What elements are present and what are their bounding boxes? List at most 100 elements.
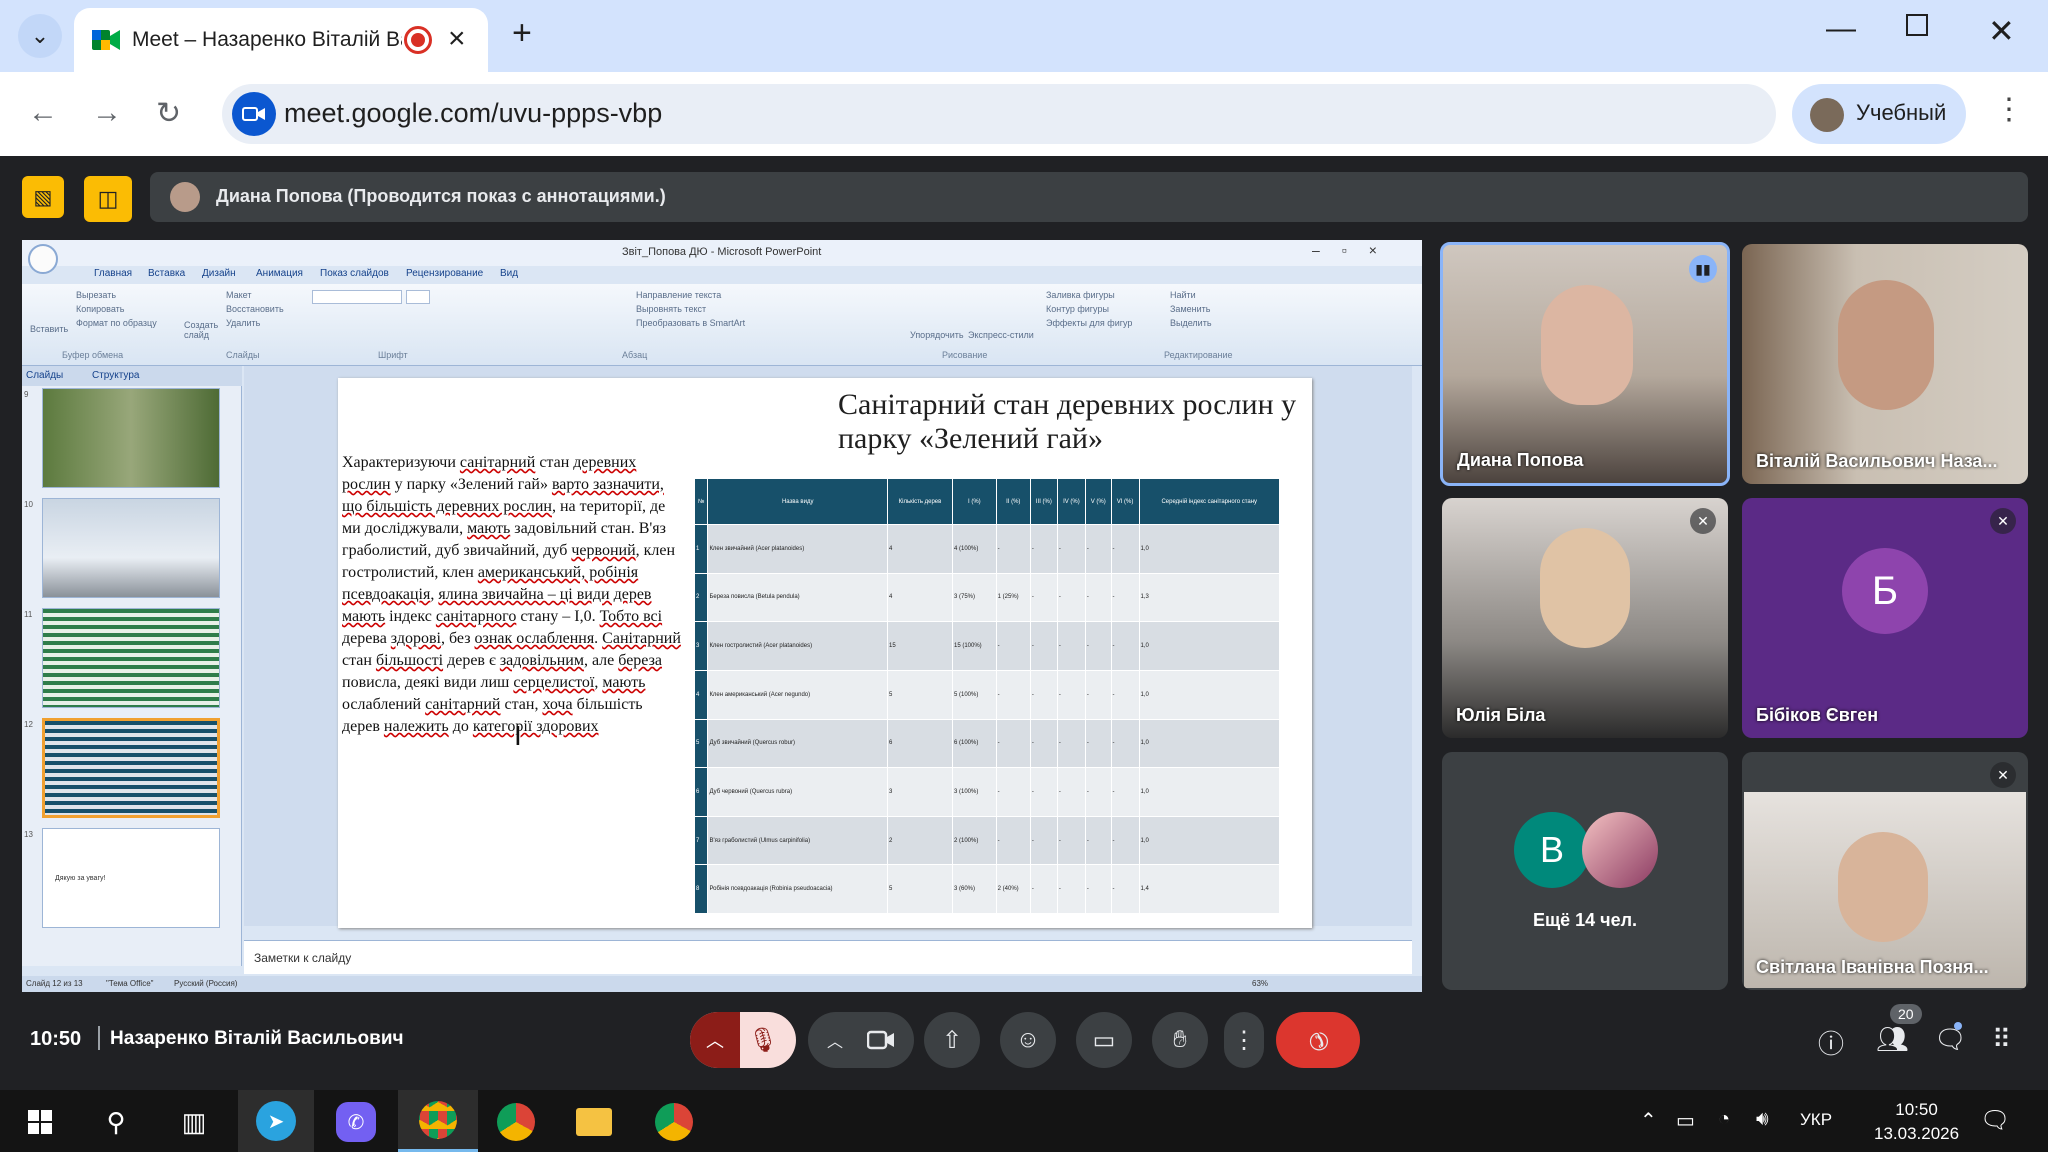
table-cell: - bbox=[1084, 815, 1112, 866]
annotation-toolbar-icon[interactable]: ◫ bbox=[84, 176, 132, 222]
ribbon-tab: Показ слайдов bbox=[320, 268, 389, 279]
tray-date: 13.03.2026 bbox=[1874, 1124, 1960, 1143]
address-bar[interactable]: meet.google.com/uvu-ppps-vbp 🔍︎ ☆ bbox=[222, 84, 1967, 144]
reload-icon[interactable]: ↻ bbox=[156, 96, 181, 131]
volume-icon[interactable]: 🔊︎ bbox=[1756, 1108, 1769, 1131]
camera-button[interactable]: ︿ bbox=[808, 1012, 914, 1068]
table-row: 4 Клен американський (Acer negundo) 5 5 (10… bbox=[693, 669, 1281, 720]
window-close-icon[interactable]: ✕ bbox=[1988, 12, 2015, 50]
profile-name: Учебный bbox=[1856, 100, 1947, 125]
table-row: 3 Клен гостролистий (Acer platanoides) 15 1… bbox=[693, 621, 1281, 671]
table-cell: 7 bbox=[693, 815, 709, 866]
participant-tile[interactable]: Віталій Васильович Наза... bbox=[1742, 244, 2028, 484]
more-participants-tile[interactable]: В Ещё 14 чел. bbox=[1442, 752, 1728, 990]
active-tab[interactable]: Meet – Назаренко Віталій Вас × bbox=[74, 8, 488, 72]
table-cell: - bbox=[1110, 572, 1140, 623]
participant-tile[interactable]: ✕ Юлія Біла bbox=[1442, 498, 1728, 738]
people-icon[interactable]: 👥︎ bbox=[1876, 1024, 1909, 1055]
participant-tile-speaking[interactable]: ▮▮ Диана Попова bbox=[1440, 242, 1730, 486]
file-explorer-icon[interactable] bbox=[572, 1100, 616, 1144]
table-cell: 5 (100%) bbox=[951, 669, 997, 720]
ribbon-item: Формат по образцу bbox=[76, 318, 157, 328]
mic-off-icon: 🎙︎ bbox=[748, 1027, 779, 1054]
chrome-icon[interactable] bbox=[398, 1090, 478, 1152]
table-cell: - bbox=[1110, 815, 1140, 866]
ribbon-group-label: Шрифт bbox=[378, 350, 408, 360]
leave-call-button[interactable]: ✆ bbox=[1276, 1012, 1360, 1068]
ribbon-item: Направление текста bbox=[636, 290, 722, 300]
table-header-cell: Середній індекс санітарного стану bbox=[1138, 478, 1281, 525]
ribbon-tab: Анимация bbox=[256, 268, 303, 279]
task-view-icon[interactable]: ▥ bbox=[172, 1100, 216, 1144]
table-cell: 15 (100%) bbox=[951, 621, 997, 671]
table-cell: 4 bbox=[886, 524, 953, 574]
status-language: Русский (Россия) bbox=[174, 979, 238, 988]
more-options-button[interactable]: ⋮ bbox=[1224, 1012, 1264, 1068]
thumb-number: 9 bbox=[24, 390, 29, 399]
slide-body-text: Характеризуючи санітарний стан деревних … bbox=[342, 454, 681, 735]
table-cell: - bbox=[1056, 718, 1086, 769]
camera-options-chevron-icon[interactable]: ︿ bbox=[827, 1028, 843, 1052]
table-cell: 6 bbox=[693, 767, 709, 817]
ribbon-item: Контур фигуры bbox=[1046, 304, 1109, 314]
table-cell: 3 bbox=[886, 767, 953, 817]
sanitary-state-table: № Назва виду Кількість дерев I (%) II (%) III… bbox=[693, 478, 1281, 914]
table-cell: 4 bbox=[886, 572, 953, 623]
ribbon-tab: Вставка bbox=[148, 268, 186, 279]
telegram-icon[interactable]: ➤ bbox=[238, 1090, 314, 1152]
chat-icon[interactable]: 🗨︎ bbox=[1934, 1024, 1967, 1055]
tray-clock[interactable]: 10:50 13.03.2026 bbox=[1874, 1098, 1959, 1146]
captions-button[interactable]: ▭ bbox=[1076, 1012, 1132, 1068]
tray-chevron-icon[interactable]: ⌃ bbox=[1640, 1108, 1657, 1133]
mic-button[interactable]: ︿ 🎙︎ bbox=[690, 1012, 796, 1068]
profile-button[interactable]: Учебный bbox=[1792, 84, 1966, 144]
meeting-info-icon[interactable]: ⓘ bbox=[1818, 1024, 1844, 1061]
browser-menu-icon[interactable]: ⋮ bbox=[1994, 92, 2024, 127]
captions-icon: ▭ bbox=[1092, 1026, 1116, 1054]
search-icon[interactable]: ⚲ bbox=[94, 1100, 138, 1144]
activities-grid-icon[interactable]: ⠿ bbox=[1992, 1024, 2011, 1055]
raise-hand-button[interactable]: ✋︎ bbox=[1152, 1012, 1208, 1068]
ribbon-group-label: Абзац bbox=[622, 350, 648, 360]
viber-icon[interactable]: ✆ bbox=[334, 1100, 378, 1144]
stop-annotation-icon[interactable]: ▧ bbox=[22, 176, 64, 218]
table-cell: 1,0 bbox=[1138, 621, 1281, 671]
tab-search-chevron-icon[interactable]: ⌄ bbox=[18, 14, 62, 58]
wifi-icon[interactable]: ◔ bbox=[1718, 1108, 1730, 1131]
chrome-profile-icon[interactable] bbox=[494, 1100, 538, 1144]
site-info-camera-icon[interactable] bbox=[232, 92, 276, 136]
new-tab-plus-icon[interactable]: + bbox=[512, 14, 532, 53]
table-cell: - bbox=[1084, 669, 1112, 720]
table-row: 6 Дуб червоний (Quercus rubra) 3 3 (100%) - -… bbox=[693, 767, 1281, 817]
forward-arrow-icon[interactable]: → bbox=[92, 96, 122, 130]
table-cell: 1,0 bbox=[1138, 524, 1281, 574]
tab-close-icon[interactable]: × bbox=[448, 22, 466, 56]
input-language[interactable]: УКР bbox=[1800, 1110, 1832, 1130]
table-body: 1 Клен звичайний (Acer platanoides) 4 4 (10… bbox=[693, 524, 1281, 914]
thumb-number: 12 bbox=[24, 720, 33, 729]
table-cell: 4 (100%) bbox=[951, 524, 997, 574]
battery-icon[interactable]: ▭ bbox=[1676, 1108, 1695, 1133]
ribbon-item: Заменить bbox=[1170, 304, 1211, 314]
back-arrow-icon[interactable]: ← bbox=[28, 96, 58, 130]
windows-start-icon[interactable] bbox=[18, 1100, 62, 1144]
thumb-number: 10 bbox=[24, 500, 33, 509]
table-row: 5 Дуб звичайний (Quercus robur) 6 6 (100%) -… bbox=[693, 718, 1281, 769]
participant-tile[interactable]: Б ✕ Бібіков Євген bbox=[1742, 498, 2028, 738]
reactions-button[interactable]: ☺ bbox=[1000, 1012, 1056, 1068]
participant-tile[interactable]: ✕ Світлана Іванівна Позня... bbox=[1742, 752, 2028, 990]
window-restore-icon[interactable] bbox=[1906, 14, 1928, 36]
mic-options-chevron-icon[interactable]: ︿ bbox=[690, 1012, 740, 1068]
participant-name: Світлана Іванівна Позня... bbox=[1756, 957, 1989, 977]
present-screen-button[interactable]: ⇧ bbox=[924, 1012, 980, 1068]
recording-indicator-icon bbox=[404, 26, 432, 54]
table-row: 7 В'яз граболистий (Ulmus carpinifolia) 2 2… bbox=[693, 815, 1281, 866]
slide-thumbnail-selected bbox=[42, 718, 220, 818]
notification-center-icon[interactable]: 🗨︎ bbox=[1980, 1106, 2010, 1135]
table-cell: - bbox=[1110, 864, 1140, 914]
slide-thumbnail bbox=[42, 388, 220, 488]
slide-thumbnail: Дякую за увагу! bbox=[42, 828, 220, 928]
chrome-icon[interactable] bbox=[652, 1100, 696, 1144]
ribbon-tabs: Главная Вставка Дизайн Анимация Показ сл… bbox=[66, 266, 1422, 284]
window-minimize-icon[interactable]: — bbox=[1826, 12, 1856, 46]
